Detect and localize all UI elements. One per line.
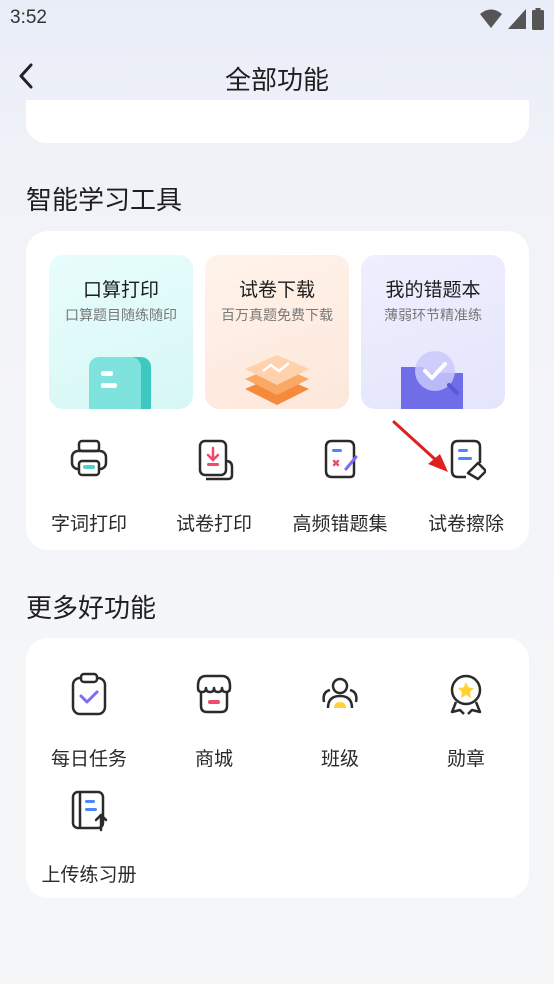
- cellular-signal-icon: [508, 9, 526, 29]
- item-label: 高频错题集: [292, 513, 388, 535]
- paper-download-tile[interactable]: 试卷下载 百万真题免费下载: [205, 255, 349, 409]
- item-label: 试卷擦除: [427, 513, 504, 535]
- word-print-item[interactable]: 字词打印: [26, 437, 152, 547]
- upload-workbook-icon: [71, 790, 108, 832]
- item-label: 每日任务: [50, 748, 127, 770]
- mistake-notebook-tile[interactable]: 我的错题本 薄弱环节精准练: [361, 255, 505, 409]
- battery-icon: [532, 8, 544, 30]
- notebook-illustration-icon: [89, 357, 151, 409]
- tile-subtitle: 口算题目随练随印: [65, 308, 177, 324]
- more-features-section-title: 更多好功能: [26, 594, 157, 624]
- item-label: 字词打印: [50, 513, 127, 535]
- class-group-icon: [322, 677, 358, 709]
- tile-title: 口算打印: [82, 279, 159, 301]
- medal-icon: [450, 674, 482, 715]
- tile-title: 试卷下载: [238, 279, 315, 301]
- tile-subtitle: 薄弱环节精准练: [384, 308, 482, 324]
- status-icons: [480, 8, 544, 30]
- item-label: 试卷打印: [175, 513, 252, 535]
- clipboard-check-icon: [71, 672, 107, 716]
- wifi-icon: [480, 9, 502, 28]
- item-label: 班级: [320, 748, 359, 770]
- paper-print-item[interactable]: 试卷打印: [151, 437, 277, 547]
- medal-item[interactable]: 勋章: [403, 672, 529, 782]
- annotation-arrow-icon: [392, 420, 448, 472]
- status-time: 3:52: [10, 7, 47, 28]
- tile-subtitle: 百万真题免费下载: [221, 308, 333, 324]
- study-tools-card: 口算打印 口算题目随练随印 试卷下载 百万真题免费下载 我的错题本 薄弱环节精准…: [26, 231, 529, 550]
- paper-print-icon: [198, 439, 234, 481]
- page-title: 全部功能: [224, 66, 329, 96]
- oral-math-print-tile[interactable]: 口算打印 口算题目随练随印: [49, 255, 193, 409]
- class-item[interactable]: 班级: [277, 672, 403, 782]
- shop-icon: [196, 674, 232, 714]
- study-tools-section-title: 智能学习工具: [26, 186, 183, 216]
- item-label: 商城: [194, 748, 233, 770]
- daily-task-item[interactable]: 每日任务: [26, 672, 152, 782]
- stacked-papers-illustration-icon: [245, 355, 309, 405]
- item-label: 勋章: [446, 748, 485, 770]
- folder-check-illustration-icon: [401, 351, 463, 409]
- mistake-collection-icon: [324, 439, 358, 479]
- shop-item[interactable]: 商城: [151, 672, 277, 782]
- printer-icon: [70, 439, 108, 477]
- tile-title: 我的错题本: [385, 279, 481, 301]
- more-features-card: 每日任务 商城 班级 勋章 上传练习册: [26, 638, 529, 898]
- frequent-mistakes-item[interactable]: 高频错题集: [277, 437, 403, 547]
- status-bar: 3:52: [0, 0, 554, 40]
- item-label: 上传练习册: [41, 864, 137, 886]
- previous-section-card: [26, 100, 529, 143]
- upload-workbook-item[interactable]: 上传练习册: [26, 788, 152, 898]
